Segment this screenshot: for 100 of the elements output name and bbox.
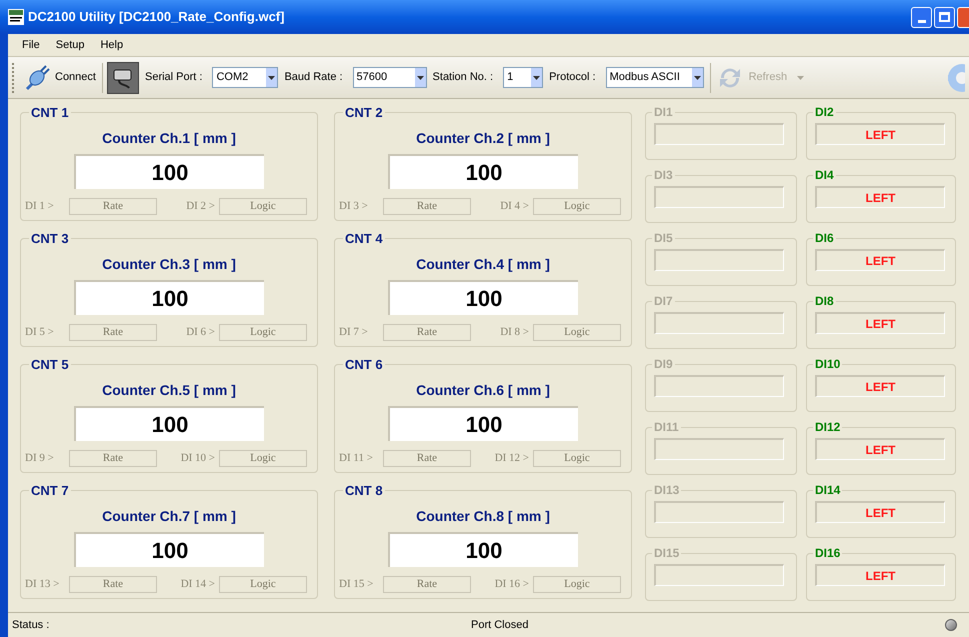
mode-field: Logic [219,576,307,592]
mode-field: Rate [383,198,471,214]
mode-field: Logic [533,324,621,340]
mode-field: Rate [69,576,157,592]
counter-heading: Counter Ch.5 [ mm ] [102,380,236,400]
panel-title: DI16 [814,545,842,562]
input-state-field: LEFT [815,249,945,271]
status-indicator-icon [945,619,957,631]
menu-item[interactable]: Help [94,36,130,54]
panel-title: DI8 [814,293,835,310]
connect-button[interactable]: Connect [19,60,98,94]
input-label: DI 13 > [25,576,60,592]
mode-field: Rate [383,324,471,340]
panel-title: DI15 [653,545,680,562]
panel-title: DI4 [814,167,835,184]
caret-icon [797,76,804,80]
protocol-dropdown[interactable]: Modbus ASCII [606,67,704,88]
mode-field: Rate [69,324,157,340]
panel-title: CNT 4 [344,230,384,248]
counter-heading: Counter Ch.3 [ mm ] [102,254,236,274]
panel-title: DI11 [653,419,680,436]
mode-field: Logic [219,198,307,214]
caret-icon [416,76,424,80]
counter-value: 100 [388,532,578,566]
mode-field: Logic [533,450,621,466]
mode-field: Rate [69,450,157,466]
counter-heading: Counter Ch.8 [ mm ] [416,506,550,526]
panel-title: DI3 [653,167,674,184]
panel-title: DI2 [814,104,835,121]
serial-port-button[interactable] [106,62,139,94]
field-label: Baud Rate : [284,70,343,86]
mode-field: Logic [219,324,307,340]
serial-port-dropdown[interactable]: COM2 [212,67,278,88]
input-state-field: LEFT [815,564,945,586]
panel-title: DI7 [653,293,674,310]
input-label: DI 8 > [499,324,530,340]
input-state-field: LEFT [815,186,945,208]
station-number-dropdown[interactable]: 1 [503,67,544,88]
window-title: DC2100 Utility [DC2100_Rate_Config.wcf] [28,8,284,26]
counter-heading: Counter Ch.1 [ mm ] [102,128,236,148]
status-label: Status : [12,618,50,633]
input-label: DI 11 > [339,450,374,466]
field-label: Protocol : [549,70,596,86]
input-state-field: LEFT [815,312,945,334]
counter-value: 100 [74,280,264,314]
mode-field: Logic [533,576,621,592]
counter-value: 100 [74,154,264,188]
close-button[interactable] [957,6,969,28]
counter-heading: Counter Ch.2 [ mm ] [416,128,550,148]
panel-title: CNT 7 [30,482,70,500]
input-label: DI 6 > [185,324,216,340]
baud-rate-dropdown[interactable]: 57600 [352,67,427,88]
counter-value: 100 [74,406,264,440]
input-label: DI 1 > [25,198,55,214]
input-state-field: LEFT [815,375,945,397]
panel-title: DI12 [814,419,842,436]
input-label: DI 3 > [339,198,369,214]
panel-title: CNT 3 [30,230,70,248]
panel-title: CNT 8 [344,482,384,500]
status-message: Port Closed [471,618,528,633]
panel-title: CNT 2 [344,104,384,122]
panel-title: CNT 6 [344,356,384,374]
mode-field: Rate [383,576,471,592]
input-state-field: LEFT [815,123,945,145]
panel-title: DI13 [653,482,680,499]
field-label: Station No. : [432,70,494,86]
panel-title: CNT 5 [30,356,70,374]
counter-value: 100 [74,532,264,566]
counter-value: 100 [388,154,578,188]
input-label: DI 12 > [494,450,530,466]
mode-field: Rate [69,198,157,214]
input-label: DI 2 > [185,198,216,214]
input-label: DI 15 > [339,576,374,592]
mode-field: Logic [533,198,621,214]
counter-heading: Counter Ch.6 [ mm ] [416,380,550,400]
input-state-field: LEFT [815,501,945,523]
panel-title: DI14 [814,482,842,499]
panel-title: CNT 1 [30,104,70,122]
minimize-button[interactable] [911,6,932,28]
field-label: Serial Port : [144,70,202,86]
app-icon [8,9,24,25]
input-state-field: LEFT [815,438,945,460]
counter-heading: Counter Ch.7 [ mm ] [102,506,236,526]
menu-item[interactable]: File [16,36,46,54]
panel-title: DI6 [814,230,835,247]
input-label: DI 10 > [180,450,216,466]
input-label: DI 4 > [499,198,530,214]
input-label: DI 16 > [494,576,530,592]
caret-icon [533,76,540,80]
caret-icon [268,76,276,80]
input-label: DI 14 > [180,576,216,592]
panel-title: DI9 [653,356,674,373]
mode-field: Rate [383,450,471,466]
panel-title: DI1 [653,104,674,121]
counter-value: 100 [388,406,578,440]
menu-item[interactable]: Setup [50,36,90,54]
panel-title: DI10 [814,356,842,373]
maximize-button[interactable] [934,6,955,28]
counter-value: 100 [388,280,578,314]
input-label: DI 7 > [339,324,369,340]
